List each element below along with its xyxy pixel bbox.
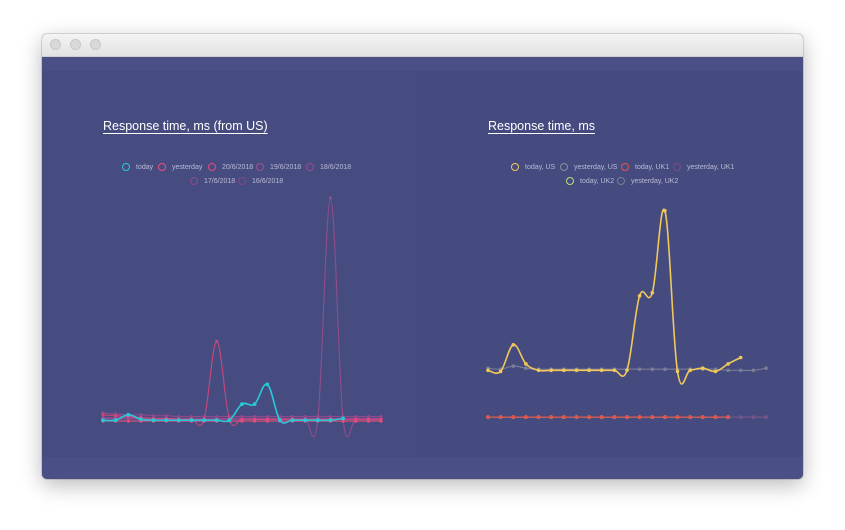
data-point[interactable] [511, 343, 516, 347]
data-point[interactable] [574, 368, 579, 373]
data-point[interactable] [486, 415, 490, 419]
data-point[interactable] [688, 368, 692, 373]
data-point[interactable] [562, 368, 566, 373]
data-point[interactable] [764, 415, 768, 419]
data-point[interactable] [612, 415, 617, 419]
data-point[interactable] [650, 415, 655, 419]
data-point[interactable] [738, 415, 743, 419]
data-point[interactable] [599, 415, 604, 419]
data-point[interactable] [536, 415, 541, 419]
data-point[interactable] [625, 368, 629, 373]
data-point[interactable] [764, 366, 768, 371]
data-point[interactable] [599, 368, 604, 373]
data-point[interactable] [738, 368, 743, 373]
data-point[interactable] [637, 415, 642, 419]
data-point[interactable] [713, 369, 718, 374]
data-point[interactable] [675, 369, 680, 374]
data-point[interactable] [650, 290, 655, 295]
data-point[interactable] [675, 415, 680, 419]
data-point[interactable] [524, 366, 528, 371]
data-point[interactable] [524, 415, 528, 419]
data-point[interactable] [511, 364, 516, 368]
data-point[interactable] [587, 415, 591, 419]
data-point[interactable] [726, 362, 730, 366]
data-point[interactable] [663, 209, 667, 213]
data-point[interactable] [701, 366, 705, 371]
data-point[interactable] [751, 368, 756, 373]
data-point[interactable] [637, 294, 642, 298]
data-point[interactable] [498, 369, 503, 374]
data-point[interactable] [549, 368, 553, 373]
data-point[interactable] [701, 415, 705, 419]
data-point[interactable] [637, 367, 642, 372]
data-point[interactable] [726, 415, 730, 419]
data-point[interactable] [738, 355, 743, 360]
series-line [487, 208, 742, 385]
data-point[interactable] [726, 368, 730, 373]
data-point[interactable] [663, 367, 667, 372]
data-point[interactable] [587, 368, 591, 373]
data-point[interactable] [524, 362, 528, 366]
data-point[interactable] [549, 415, 553, 419]
data-point[interactable] [688, 415, 692, 419]
data-point[interactable] [486, 368, 490, 373]
data-point[interactable] [498, 415, 503, 419]
data-point[interactable] [751, 415, 756, 419]
data-point[interactable] [650, 367, 655, 372]
series-today-us [486, 208, 743, 385]
data-point[interactable] [536, 368, 541, 373]
data-point[interactable] [511, 415, 516, 419]
data-point[interactable] [574, 415, 579, 419]
data-point[interactable] [612, 368, 617, 373]
data-point[interactable] [713, 415, 718, 419]
series-today-uk1 [486, 415, 730, 419]
data-point[interactable] [625, 415, 629, 419]
data-point[interactable] [562, 415, 566, 419]
data-point[interactable] [663, 415, 667, 419]
line-chart-right [486, 208, 768, 419]
